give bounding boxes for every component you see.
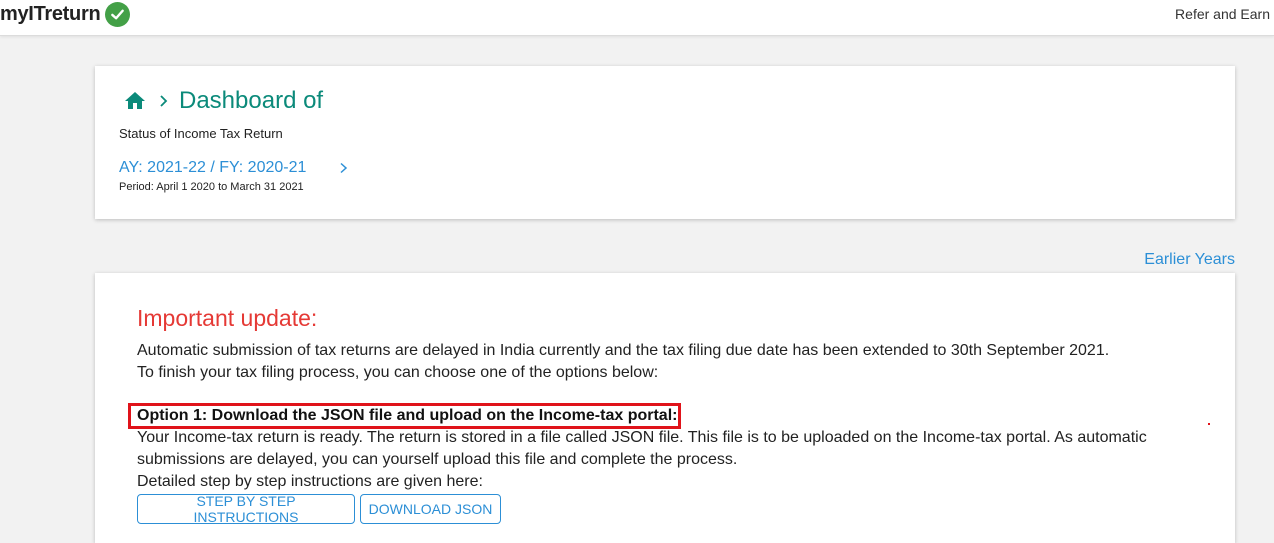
period-text: Period: April 1 2020 to March 31 2021 — [119, 181, 304, 193]
page-title: Dashboard of — [179, 87, 324, 114]
chevron-right-icon — [157, 94, 171, 108]
status-subtitle: Status of Income Tax Return — [119, 126, 283, 141]
option-1-title: Option 1: Download the JSON file and upl… — [137, 407, 678, 424]
update-title: Important update: — [137, 305, 318, 331]
top-navbar: myITreturn Refer and Earn — [0, 0, 1274, 36]
option-1-description: Your Income-tax return is ready. The ret… — [137, 427, 1197, 471]
chevron-right-icon[interactable] — [338, 161, 350, 175]
important-update-card: Important update: Automatic submission o… — [95, 273, 1235, 543]
home-icon[interactable] — [123, 89, 147, 113]
option-1-line-2: submissions are delayed, you can yoursel… — [137, 451, 738, 468]
step-by-step-instructions-button[interactable]: STEP BY STEP INSTRUCTIONS — [137, 493, 355, 525]
download-json-button[interactable]: DOWNLOAD JSON — [360, 494, 501, 524]
logo[interactable]: myITreturn — [0, 0, 131, 28]
assessment-year-selector[interactable]: AY: 2021-22 / FY: 2020-21 — [119, 159, 306, 177]
instructions-text: Detailed step by step instructions are g… — [137, 473, 483, 490]
update-description: Automatic submission of tax returns are … — [137, 340, 1109, 384]
red-dot-mark — [1208, 423, 1210, 425]
update-line-1: Automatic submission of tax returns are … — [137, 342, 1110, 359]
dashboard-card: Dashboard of Status of Income Tax Return… — [95, 66, 1235, 219]
refer-and-earn-link[interactable]: Refer and Earn — [1175, 6, 1270, 22]
breadcrumb: Dashboard of — [123, 87, 323, 115]
logo-text: myITreturn — [0, 2, 101, 25]
earlier-years-link[interactable]: Earlier Years — [1144, 251, 1235, 269]
check-icon — [105, 1, 131, 27]
update-line-2: To finish your tax filing process, you c… — [137, 364, 659, 381]
option-1-line-1: Your Income-tax return is ready. The ret… — [137, 429, 1147, 446]
